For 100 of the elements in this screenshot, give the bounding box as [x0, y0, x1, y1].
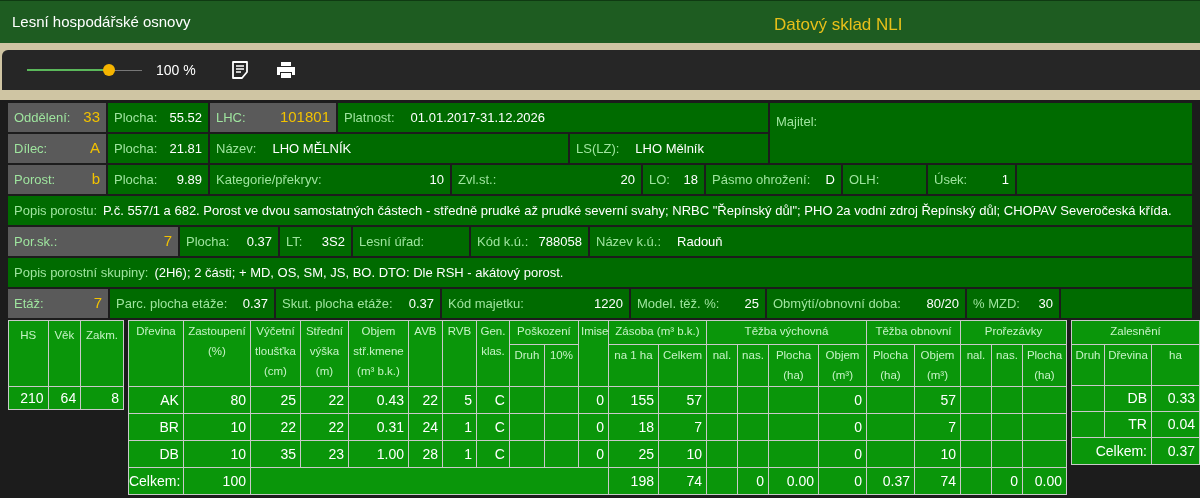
column-header: Celkem	[658, 344, 707, 387]
field-label: Por.sk.:	[14, 232, 58, 251]
column-header: Těžba výchovná	[706, 320, 867, 345]
field-value: 1	[1001, 170, 1009, 189]
field-value: 788058	[538, 232, 582, 251]
field-label: Zvl.st.:	[458, 170, 497, 189]
field-label: Popis porostu:	[14, 201, 98, 220]
table-cell: 100	[183, 467, 251, 495]
field-value: 0.37	[408, 294, 434, 313]
field-label: Obmýtí/obnovní doba:	[773, 294, 901, 313]
column-header: na 1 ha	[608, 344, 659, 387]
field-value: 30	[1038, 294, 1053, 313]
field-value: 80/20	[926, 294, 959, 313]
column-header: Zásoba (m³ b.k.)	[608, 320, 707, 345]
zoom-value: 100 %	[156, 60, 196, 80]
zoom-slider[interactable]	[27, 64, 142, 76]
field-value: 7	[163, 231, 172, 252]
field-value: 21.81	[169, 139, 202, 158]
column-header: Druh	[509, 344, 545, 387]
field-label: % MZD:	[973, 294, 1020, 313]
print-icon[interactable]	[275, 61, 296, 79]
field-value: 25	[744, 294, 759, 313]
column-header: Těžba obnovní	[866, 320, 961, 345]
field-label: Dílec:	[14, 139, 48, 158]
field-value: 0.37	[242, 294, 268, 313]
field-label: Plocha:	[114, 139, 158, 158]
field-label: LS(LZ):	[576, 139, 620, 158]
table-cell: BR	[128, 413, 184, 441]
field-value: LHO Mělník	[635, 139, 704, 158]
column-header: Věk	[48, 320, 81, 387]
column-header: Gen. klas.	[476, 320, 510, 387]
column-header: Střední výška (m)	[300, 320, 349, 387]
column-header: Poškození	[509, 320, 579, 345]
field-value: D	[825, 170, 835, 189]
column-header: Imise	[578, 320, 609, 387]
field-label: Plocha:	[114, 170, 158, 189]
field-value: 55.52	[169, 108, 202, 127]
field-label: Pásmo ohrožení:	[712, 170, 811, 189]
field-value: 01.01.2017-31.12.2026	[410, 108, 546, 127]
field-label: Oddělení:	[14, 108, 71, 127]
field-value: P.č. 557/1 a 682. Porost ve dvou samostatných částech - středně prudké až prudké severní svahy; NRBC "Řepínský důl"; PHO 2a vodní zdroj Řepínský důl; CHOPAV Severočeská křída.	[103, 201, 1172, 220]
field-label: Plocha:	[186, 232, 230, 251]
table-cell: Celkem:	[1071, 437, 1152, 465]
column-header: ha	[1151, 344, 1200, 386]
table-cell: 80	[183, 386, 251, 414]
column-header: Výčetní tloušťka (cm)	[250, 320, 301, 387]
field-value: 7	[93, 293, 102, 314]
column-header: Plocha (ha)	[866, 344, 915, 387]
app-brand: Datový sklad NLI	[774, 14, 903, 36]
field-label: Model. těž. %:	[637, 294, 720, 313]
field-label: Parc. plocha etáže:	[116, 294, 228, 313]
column-header: Objem (m³)	[914, 344, 961, 387]
field-value: 3S2	[321, 232, 345, 251]
column-header: Druh	[1071, 344, 1105, 386]
field-label: Platnost:	[344, 108, 395, 127]
column-header: Prořezávky	[960, 320, 1067, 345]
field-value: (2H6); 2 části; + MD, OS, SM, JS, BO. DTO: Dle RSH - akátový porost.	[154, 263, 564, 282]
field-label: Skut. plocha etáže:	[282, 294, 393, 313]
column-header: Zastoupení (%)	[183, 320, 251, 387]
field-label: Lesní úřad:	[359, 232, 425, 251]
field-label: Kategorie/překryv:	[216, 170, 322, 189]
field-value: 18	[683, 170, 698, 189]
field-label: Majitel:	[776, 114, 818, 129]
column-header: Plocha (ha)	[1022, 344, 1067, 387]
field-label: Název:	[216, 139, 257, 158]
field-value: LHO MĚLNÍK	[272, 139, 352, 158]
column-header: 10%	[544, 344, 579, 387]
column-header: AVB	[408, 320, 443, 387]
field-label: Úsek:	[934, 170, 968, 189]
table-cell: AK	[128, 386, 184, 414]
field-label: Název k.ú.:	[596, 232, 662, 251]
notes-icon[interactable]	[229, 60, 250, 80]
field-label: Kód k.ú.:	[477, 232, 529, 251]
table-cell: DB	[128, 440, 184, 468]
column-header: Objem stř.kmene (m³ b.k.)	[348, 320, 409, 387]
field-label: OLH:	[849, 170, 880, 189]
table-cell: 210	[8, 386, 48, 410]
table-cell: Celkem:	[128, 467, 184, 495]
field-value: 1220	[594, 294, 623, 313]
field-value: 9.89	[176, 170, 202, 189]
column-header: Dřevina	[128, 320, 184, 387]
field-label: Etáž:	[14, 294, 44, 313]
column-header: Objem (m³)	[818, 344, 867, 387]
field-label: Kód majetku:	[448, 294, 524, 313]
field-label: LHC:	[216, 108, 246, 127]
field-value: 33	[83, 107, 100, 128]
field-value: 10	[429, 170, 444, 189]
table-cell: 10	[183, 413, 251, 441]
column-header: HS	[8, 320, 48, 387]
table-cell: 10	[183, 440, 251, 468]
column-header: Zalesnění	[1071, 320, 1200, 345]
column-header: Zakm.	[80, 320, 124, 387]
field-label: Porost:	[14, 170, 56, 189]
field-label: LT:	[286, 232, 303, 251]
field-value: 0.37	[246, 232, 272, 251]
column-header: Plocha (ha)	[768, 344, 819, 387]
field-label: Plocha:	[114, 108, 158, 127]
app-title: Lesní hospodářské osnovy	[12, 11, 191, 32]
field-value: b	[91, 169, 100, 190]
field-label: LO:	[649, 170, 670, 189]
